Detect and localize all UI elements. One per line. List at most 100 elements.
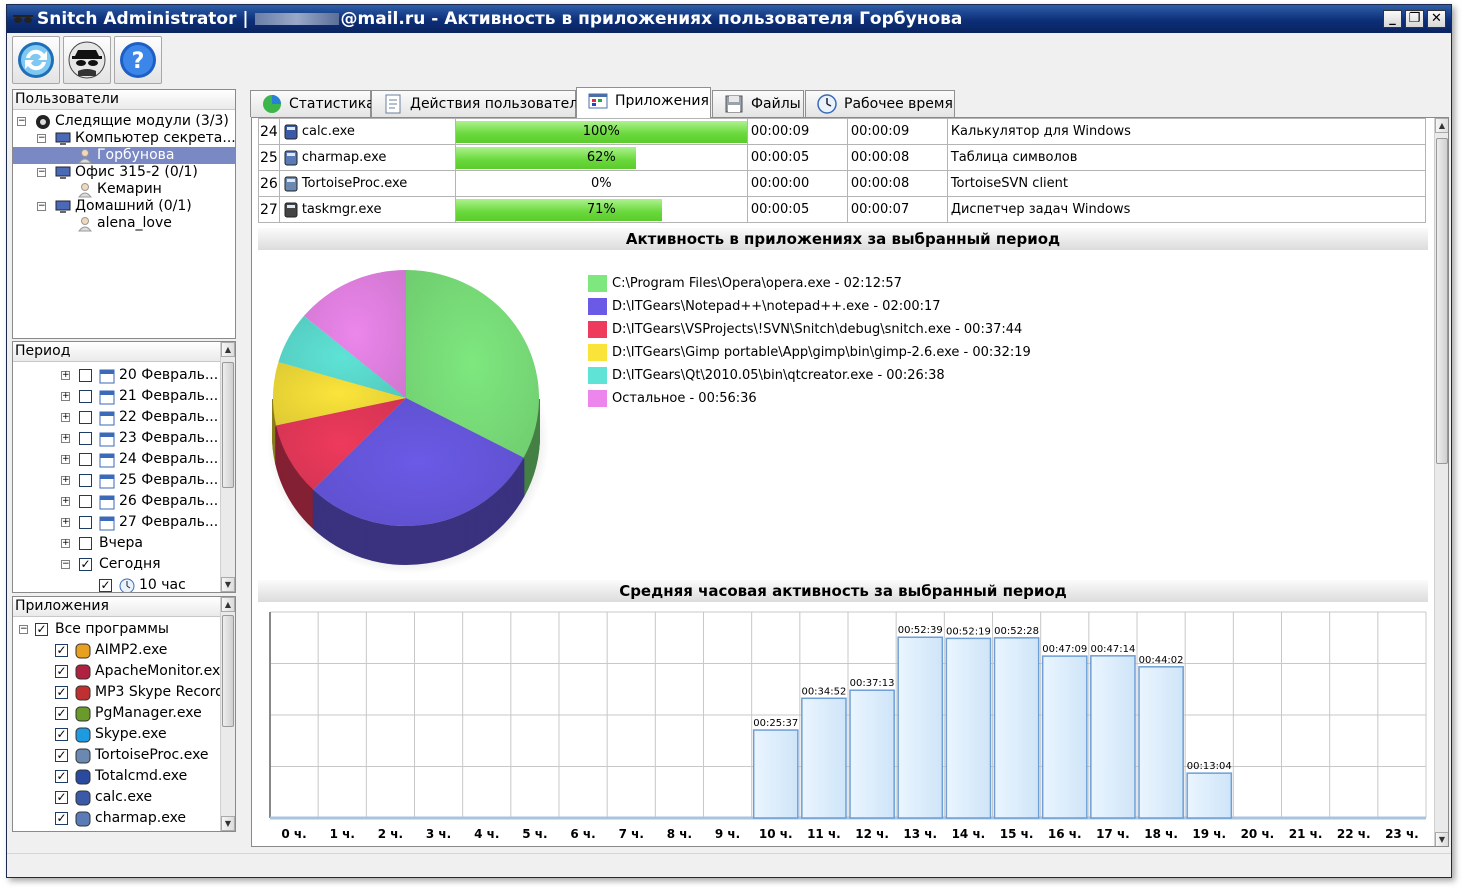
scroll-up-arrow[interactable]: ▲ (221, 342, 235, 357)
hour-bar[interactable] (849, 689, 895, 819)
hour-bar[interactable] (801, 697, 847, 819)
period-item[interactable]: +22 Февраль... (13, 408, 221, 428)
hour-bar[interactable] (945, 637, 992, 819)
expand-toggle[interactable]: + (61, 497, 70, 506)
collapse-toggle[interactable]: − (37, 134, 46, 143)
user-tree-node[interactable]: − Следящие модули (3/3) (13, 113, 235, 130)
period-checkbox[interactable] (79, 369, 92, 382)
app-filter-item[interactable]: ✓ ApacheMonitor.exe (13, 662, 221, 682)
period-checkbox[interactable] (79, 537, 92, 550)
period-item[interactable]: +20 Февраль... (13, 366, 221, 386)
app-filter-item[interactable]: ✓ PgManager.exe (13, 704, 221, 724)
app-filter-checkbox[interactable]: ✓ (55, 686, 68, 699)
scroll-down-arrow[interactable]: ▼ (221, 577, 235, 592)
main-scrollbar[interactable]: ▲ ▼ (1434, 118, 1448, 846)
scroll-thumb[interactable] (1436, 138, 1448, 464)
period-item[interactable]: +26 Февраль... (13, 492, 221, 512)
period-item[interactable]: − ✓ Сегодня (13, 555, 221, 575)
collapse-toggle[interactable]: − (17, 117, 26, 126)
expand-toggle[interactable]: + (61, 434, 70, 443)
hour-bar[interactable] (993, 637, 1040, 819)
expand-toggle[interactable]: + (61, 518, 70, 527)
app-filter-checkbox[interactable]: ✓ (55, 791, 68, 804)
period-checkbox[interactable]: ✓ (79, 558, 92, 571)
title-bar[interactable]: Snitch Administrator | @mail.ru - Активн… (7, 5, 1451, 33)
user-tree-node[interactable]: alena_love (13, 215, 235, 232)
expand-toggle[interactable]: + (61, 413, 70, 422)
app-filter-checkbox[interactable]: ✓ (55, 707, 68, 720)
app-filter-checkbox[interactable]: ✓ (55, 728, 68, 741)
expand-toggle[interactable]: + (61, 371, 70, 380)
scroll-thumb[interactable] (222, 362, 234, 488)
app-filter-checkbox[interactable]: ✓ (55, 812, 68, 825)
period-item[interactable]: +27 Февраль... (13, 513, 221, 533)
period-item[interactable]: + Вчера (13, 534, 221, 554)
user-tree-node[interactable]: Горбунова (13, 147, 235, 164)
app-filter-checkbox[interactable]: ✓ (55, 665, 68, 678)
user-tree-node[interactable]: − Домашний (0/1) (13, 198, 235, 215)
expand-toggle[interactable]: + (61, 476, 70, 485)
period-scrollbar[interactable]: ▲ ▼ (220, 342, 235, 592)
hour-bar[interactable] (1186, 772, 1233, 819)
expand-toggle[interactable]: + (61, 392, 70, 401)
period-checkbox[interactable] (79, 432, 92, 445)
period-item[interactable]: +21 Февраль... (13, 387, 221, 407)
period-checkbox[interactable] (79, 453, 92, 466)
app-filter-item[interactable]: ✓ calc.exe (13, 788, 221, 808)
spy-button[interactable] (63, 36, 111, 84)
scroll-up-arrow[interactable]: ▲ (1435, 118, 1448, 133)
app-row[interactable]: 26 TortoiseProc.exe 0% 00:00:00 00:00:08 Tort… (258, 170, 1427, 197)
period-item[interactable]: +23 Февраль... (13, 429, 221, 449)
user-tree-node[interactable]: − Офис 315-2 (0/1) (13, 164, 235, 181)
apps-root-node[interactable]: − ✓ Все программы (13, 620, 221, 640)
minimize-button[interactable]: _ (1383, 10, 1402, 28)
help-button[interactable]: ? (114, 36, 162, 84)
collapse-toggle[interactable]: − (37, 168, 46, 177)
apps-scrollbar[interactable]: ▲ ▼ (220, 597, 235, 831)
period-checkbox[interactable] (79, 474, 92, 487)
maximize-button[interactable]: ❐ (1405, 10, 1424, 28)
scroll-down-arrow[interactable]: ▼ (1435, 832, 1448, 846)
period-item[interactable]: ✓ 10 час (13, 576, 221, 592)
period-checkbox[interactable]: ✓ (99, 579, 112, 592)
hour-bar[interactable] (897, 636, 944, 819)
hour-bar[interactable] (1138, 666, 1184, 819)
hour-bar[interactable] (752, 729, 799, 819)
app-filter-checkbox[interactable]: ✓ (55, 749, 68, 762)
period-item[interactable]: +24 Февраль... (13, 450, 221, 470)
tab-user-actions[interactable]: Действия пользователя (371, 90, 587, 117)
tab-files[interactable]: Файлы (712, 90, 804, 117)
collapse-toggle[interactable]: − (37, 202, 46, 211)
app-filter-checkbox[interactable]: ✓ (55, 770, 68, 783)
app-filter-item[interactable]: ✓ charmap.exe (13, 809, 221, 829)
hour-bar[interactable] (1090, 655, 1136, 819)
expand-toggle[interactable]: − (61, 560, 70, 569)
period-checkbox[interactable] (79, 495, 92, 508)
scroll-up-arrow[interactable]: ▲ (221, 597, 235, 612)
user-tree-node[interactable]: Кемарин (13, 181, 235, 198)
scroll-down-arrow[interactable]: ▼ (221, 816, 235, 831)
tab-statistics[interactable]: Статистика (250, 90, 375, 117)
hour-bar[interactable] (1041, 655, 1088, 819)
user-tree-node[interactable]: − Компьютер секрета... (13, 130, 235, 147)
tab-work-time[interactable]: Рабочее время (805, 90, 955, 117)
tab-applications[interactable]: Приложения (576, 87, 711, 118)
app-filter-item[interactable]: ✓ MP3 Skype Recorder (13, 683, 221, 703)
close-button[interactable]: ✕ (1427, 10, 1446, 28)
app-row[interactable]: 27 taskmgr.exe 71% 00:00:05 00:00:07 Диспетче… (258, 196, 1427, 223)
collapse-toggle[interactable]: − (19, 625, 28, 634)
app-filter-checkbox[interactable]: ✓ (55, 644, 68, 657)
app-filter-item[interactable]: ✓ Totalcmd.exe (13, 767, 221, 787)
refresh-button[interactable] (12, 36, 60, 84)
app-row[interactable]: 24 calc.exe 100% 00:00:09 00:00:09 Калькулято… (258, 118, 1427, 145)
scroll-thumb[interactable] (222, 615, 234, 727)
app-filter-item[interactable]: ✓ TortoiseProc.exe (13, 746, 221, 766)
app-row[interactable]: 25 charmap.exe 62% 00:00:05 00:00:08 Таблица … (258, 144, 1427, 171)
period-checkbox[interactable] (79, 411, 92, 424)
app-filter-item[interactable]: ✓ Skype.exe (13, 725, 221, 745)
period-checkbox[interactable] (79, 516, 92, 529)
app-filter-item[interactable]: ✓ AIMP2.exe (13, 641, 221, 661)
period-item[interactable]: +25 Февраль... (13, 471, 221, 491)
period-checkbox[interactable] (79, 390, 92, 403)
expand-toggle[interactable]: + (61, 539, 70, 548)
